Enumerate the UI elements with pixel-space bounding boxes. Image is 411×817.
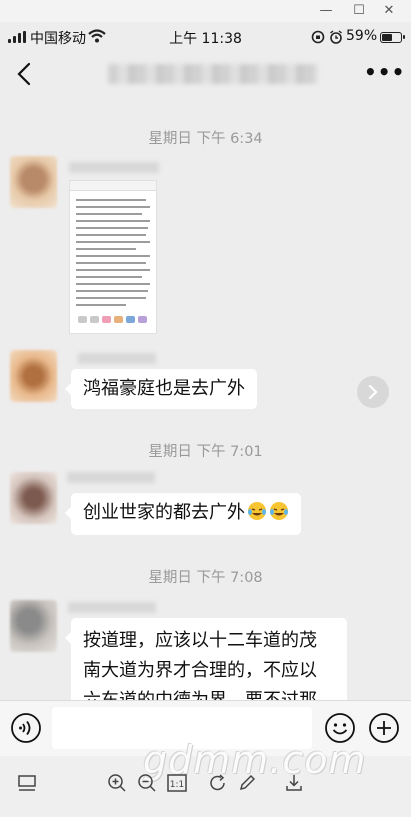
image-viewer-toolbar: gdmm.com 1:1 — [0, 738, 411, 817]
chat-message-list[interactable]: 星期日 下午 6:34 鸿福豪庭也是去广外 星期日 下午 7:01 创业世家的都… — [0, 96, 411, 700]
battery-percent: 59% — [346, 28, 378, 44]
laughing-crying-emoji — [270, 502, 288, 520]
plus-icon[interactable] — [368, 712, 400, 744]
sender-name-blurred — [68, 602, 156, 613]
window-titlebar: — ☐ ✕ — [0, 0, 411, 22]
voice-icon[interactable] — [10, 712, 42, 744]
message-line: 南大道为界才合理的，不应以 — [83, 660, 317, 681]
rotation-lock-icon — [311, 30, 325, 44]
timestamp: 星期日 下午 7:01 — [148, 444, 263, 460]
message-line: 按道理，应该以十二车道的茂 — [83, 630, 317, 651]
avatar[interactable] — [10, 472, 57, 524]
battery-icon — [380, 32, 405, 43]
zoom-out-icon[interactable] — [136, 772, 158, 794]
rotate-icon[interactable] — [207, 772, 229, 794]
more-options-button[interactable]: ••• — [364, 62, 404, 86]
thumbnail-icon[interactable] — [16, 772, 38, 794]
text-message[interactable]: 按道理，应该以十二车道的茂 南大道为界才合理的，不应以 六车道的中德为界，要不过… — [65, 618, 347, 700]
sender-name-blurred — [67, 472, 155, 483]
text-message[interactable]: 鸿福豪庭也是去广外 — [65, 369, 257, 409]
chat-title-blurred — [108, 64, 318, 84]
text-message[interactable]: 创业世家的都去广外 — [65, 493, 301, 535]
forward-button[interactable] — [357, 376, 389, 408]
avatar[interactable] — [10, 600, 57, 652]
chat-header: ••• — [0, 52, 411, 96]
download-icon[interactable] — [283, 772, 305, 794]
sender-name-blurred — [78, 353, 156, 364]
avatar[interactable] — [10, 350, 57, 402]
avatar[interactable] — [10, 156, 57, 208]
chevron-right-icon — [368, 384, 378, 400]
close-icon[interactable]: ✕ — [381, 3, 397, 19]
alarm-icon — [330, 30, 342, 44]
image-message[interactable] — [69, 180, 157, 334]
minimize-icon[interactable]: — — [318, 3, 334, 19]
zoom-ratio: 1:1 — [170, 780, 184, 790]
zoom-in-icon[interactable] — [106, 772, 128, 794]
actual-size-icon[interactable]: 1:1 — [166, 772, 188, 794]
timestamp: 星期日 下午 6:34 — [148, 131, 263, 147]
timestamp: 星期日 下午 7:08 — [148, 570, 263, 586]
status-bar: 中国移动 上午 11:38 59% — [0, 22, 411, 52]
edit-icon[interactable] — [236, 772, 258, 794]
maximize-icon[interactable]: ☐ — [351, 3, 367, 19]
message-line: 六车道的中德为界，要不过那 — [83, 686, 335, 700]
message-text: 创业世家的都去广外 — [83, 502, 245, 523]
back-arrow-icon[interactable] — [12, 60, 38, 88]
laughing-crying-emoji — [248, 502, 266, 520]
sender-name-blurred — [69, 162, 159, 173]
